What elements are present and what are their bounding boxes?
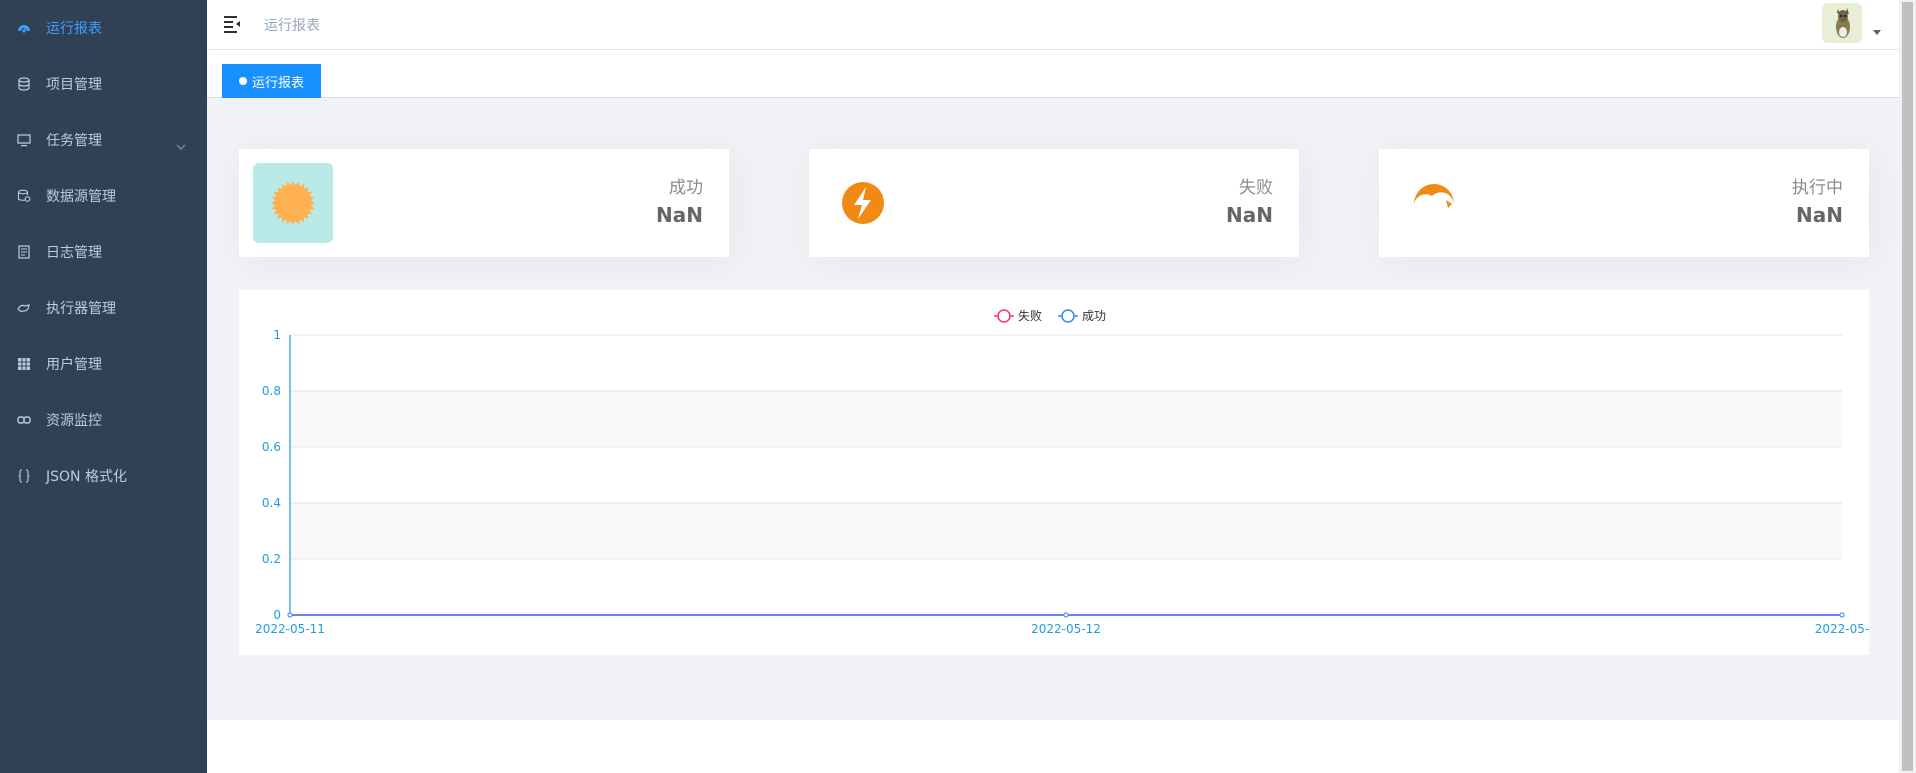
split-area [290, 335, 1842, 391]
split-area [290, 559, 1842, 615]
card-running[interactable]: 执行中 NaN [1379, 149, 1869, 257]
caret-down-icon[interactable] [1873, 30, 1881, 35]
sun-icon [253, 163, 333, 243]
dashboard-icon [16, 20, 32, 36]
series-point-1 [1063, 612, 1069, 618]
sidebar-item-label: 项目管理 [46, 77, 102, 93]
breadcrumb: 运行报表 [264, 18, 320, 34]
avatar[interactable] [1822, 3, 1862, 43]
split-area [290, 391, 1842, 447]
chevron-down-icon[interactable] [176, 135, 186, 154]
card-title: 成功 [669, 178, 703, 198]
x-tick-label: 2022-05-12 [1031, 622, 1101, 636]
tags-view: 运行报表 [207, 51, 1899, 98]
sidebar-item-0[interactable]: 运行报表 [0, 0, 207, 56]
datasource-icon [16, 188, 32, 204]
card-title: 失败 [1239, 178, 1273, 198]
sidebar-item-8[interactable]: JSON 格式化 [0, 448, 207, 504]
sidebar: 运行报表项目管理任务管理数据源管理日志管理执行器管理用户管理资源监控 JSON 格… [0, 0, 207, 773]
card-value: NaN [656, 203, 703, 227]
card-success[interactable]: 成功 NaN [239, 149, 729, 257]
page-footer-area [207, 720, 1899, 773]
link-icon [16, 412, 32, 428]
legend-marker [1061, 309, 1075, 323]
y-tick-label: 0.6 [262, 440, 281, 454]
sidebar-item-1[interactable]: 项目管理 [0, 56, 207, 112]
tag-dashboard[interactable]: 运行报表 [222, 64, 322, 98]
scrollbar-thumb[interactable] [1902, 2, 1913, 771]
sidebar-item-2[interactable]: 任务管理 [0, 112, 207, 168]
sidebar-item-7[interactable]: 资源监控 [0, 392, 207, 448]
legend-label: 失败 [1018, 308, 1042, 323]
sidebar-item-label: 执行器管理 [46, 301, 116, 317]
legend-marker [997, 309, 1011, 323]
braces-icon [16, 468, 32, 484]
sidebar-item-5[interactable]: 执行器管理 [0, 280, 207, 336]
sidebar-item-label: 数据源管理 [46, 189, 116, 205]
document-icon [16, 244, 32, 260]
x-tick-label: 2022-05- [1815, 622, 1869, 636]
sidebar-item-label: 任务管理 [46, 133, 102, 149]
chart-panel: 0 0.2 0.4 0.6 0.8 1 2022-05-11 2022-05-12 2022-0… [239, 290, 1869, 655]
y-tick-label: 0.4 [262, 496, 281, 510]
lightning-icon [823, 163, 903, 243]
line-chart: 0 0.2 0.4 0.6 0.8 1 2022-05-11 2022-05-12 2022-0… [255, 308, 1869, 636]
split-area [290, 503, 1842, 559]
sidebar-item-label: 日志管理 [46, 245, 102, 261]
y-tick-label: 1 [273, 328, 281, 342]
card-value: NaN [1796, 203, 1843, 227]
y-tick-label: 0.8 [262, 384, 281, 398]
sidebar-item-label: 运行报表 [46, 21, 102, 37]
card-failed[interactable]: 失败 NaN [809, 149, 1299, 257]
sidebar-item-label: 资源监控 [46, 413, 102, 429]
hamburger-icon[interactable] [223, 14, 243, 34]
navbar: 运行报表 [207, 0, 1899, 50]
series-point-1 [1839, 612, 1845, 618]
sidebar-item-4[interactable]: 日志管理 [0, 224, 207, 280]
y-tick-label: 0 [273, 608, 281, 622]
split-area [290, 447, 1842, 503]
y-tick-label: 0.2 [262, 552, 281, 566]
dot-icon [239, 77, 247, 85]
sidebar-item-label: JSON 格式化 [46, 469, 127, 485]
tag-label: 运行报表 [252, 75, 305, 91]
x-tick-label: 2022-05-11 [255, 622, 325, 636]
legend-label: 成功 [1082, 309, 1106, 323]
monitor-icon [16, 132, 32, 148]
sidebar-item-6[interactable]: 用户管理 [0, 336, 207, 392]
moon-icon [1393, 163, 1473, 243]
sidebar-item-label: 用户管理 [46, 357, 102, 373]
executor-icon [16, 300, 32, 316]
card-value: NaN [1226, 203, 1273, 227]
table-icon [16, 356, 32, 372]
series-point-1 [287, 612, 293, 618]
database-icon [16, 76, 32, 92]
sidebar-item-3[interactable]: 数据源管理 [0, 168, 207, 224]
card-title: 执行中 [1792, 178, 1843, 198]
